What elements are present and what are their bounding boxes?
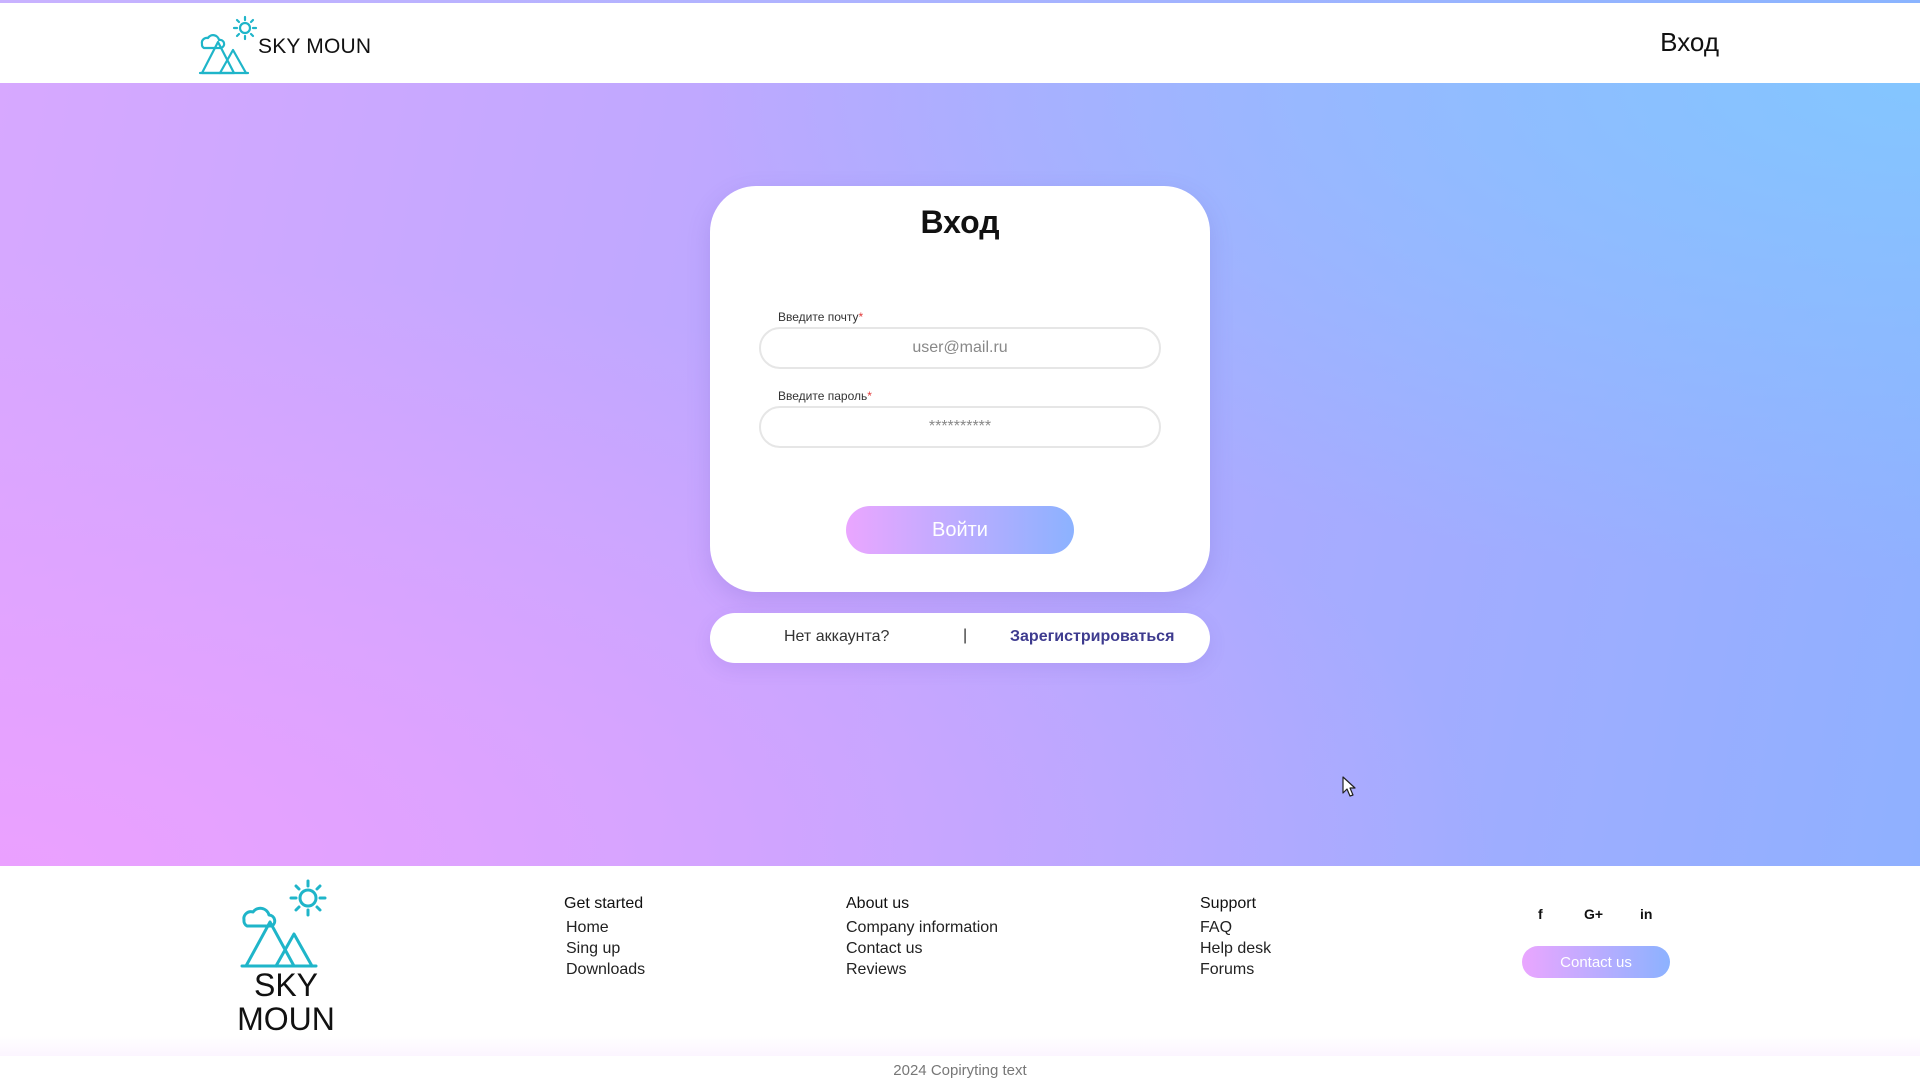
password-field-wrapper	[759, 406, 1161, 448]
footer-link-faq[interactable]: FAQ	[1200, 917, 1271, 938]
password-label: Введите пароль*	[778, 389, 872, 403]
footer-link-forums[interactable]: Forums	[1200, 959, 1271, 980]
footer-col-title: About us	[846, 895, 910, 912]
site-header: SKY MOUN Вход	[0, 3, 1920, 83]
footer-col-support: Support FAQ Help desk Forums	[1200, 895, 1271, 980]
email-label: Введите почту*	[778, 310, 863, 324]
main-hero: Вход Введите почту* Введите пароль* Войт…	[0, 83, 1920, 866]
site-footer: SKY MOUN it-company Get started Home Sin…	[0, 866, 1920, 1056]
login-submit-button[interactable]: Войти	[846, 506, 1074, 554]
login-card: Вход Введите почту* Введите пароль* Войт…	[710, 186, 1210, 592]
footer-logo[interactable]: SKY MOUN it-company	[204, 876, 368, 1054]
password-label-text: Введите пароль	[778, 389, 868, 403]
footer-link-home[interactable]: Home	[566, 917, 645, 938]
footer-link-reviews[interactable]: Reviews	[846, 959, 998, 980]
contact-us-button[interactable]: Contact us	[1522, 946, 1670, 978]
mouse-cursor-icon	[1342, 776, 1356, 797]
footer-col-get-started: Get started Home Sing up Downloads	[564, 895, 645, 980]
google-plus-icon[interactable]: G+	[1584, 906, 1603, 922]
copyright-text: 2024 Copiryting text	[893, 1062, 1027, 1079]
email-input[interactable]	[761, 338, 1159, 358]
register-link[interactable]: Зарегистрироваться	[1010, 628, 1174, 646]
footer-link-help-desk[interactable]: Help desk	[1200, 938, 1271, 959]
register-separator: |	[963, 627, 968, 644]
footer-col-title: Support	[1200, 895, 1257, 912]
footer-link-downloads[interactable]: Downloads	[566, 959, 645, 980]
footer-link-company-information[interactable]: Company information	[846, 917, 998, 938]
header-logo[interactable]: SKY MOUN	[198, 13, 371, 77]
register-bar: Нет аккаунта? | Зарегистрироваться	[710, 613, 1210, 663]
footer-link-sign-up[interactable]: Sing up	[566, 938, 645, 959]
no-account-text: Нет аккаунта?	[784, 628, 890, 645]
header-logo-text: SKY MOUN	[258, 35, 372, 58]
footer-col-title: Get started	[564, 895, 644, 912]
linkedin-icon[interactable]: in	[1640, 906, 1652, 922]
facebook-icon[interactable]: f	[1538, 906, 1543, 922]
password-input[interactable]	[761, 417, 1159, 437]
footer-fade	[0, 1036, 1920, 1056]
required-mark: *	[858, 310, 864, 324]
mountain-sun-cloud-logo-icon	[240, 879, 327, 968]
email-label-text: Введите почту	[778, 310, 859, 324]
email-field-wrapper	[759, 327, 1161, 369]
header-login-link[interactable]: Вход	[1660, 27, 1719, 58]
footer-logo-name: SKY MOUN	[237, 967, 335, 1037]
mountain-sun-cloud-logo-icon	[198, 15, 258, 75]
footer-link-contact-us[interactable]: Contact us	[846, 938, 998, 959]
login-title: Вход	[920, 204, 1000, 240]
footer-col-about: About us Company information Contact us …	[846, 895, 998, 980]
required-mark: *	[867, 389, 872, 403]
